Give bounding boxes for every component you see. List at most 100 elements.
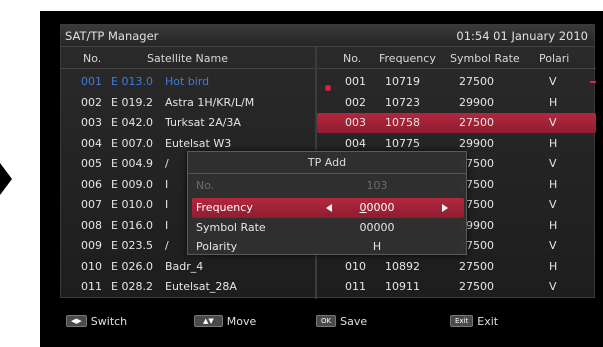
- header-symbol-rate: Symbol Rate: [450, 52, 520, 65]
- transponder-frequency: 10775: [385, 136, 420, 150]
- transponder-symbol-rate: 27500: [459, 280, 494, 293]
- transponder-polarity: V: [549, 239, 557, 252]
- transponder-polarity: H: [549, 177, 558, 191]
- transponder-no: 004: [345, 136, 366, 150]
- satellite-name: I: [165, 218, 169, 232]
- header-satellite-name: Satellite Name: [147, 52, 229, 65]
- satellite-pos: E 010.0: [111, 198, 153, 211]
- satellite-row[interactable]: 003 E 042.0 Turksat 2A/3A: [61, 113, 315, 133]
- symbol-rate-label: Symbol Rate: [196, 221, 266, 234]
- switch-label: Switch: [90, 314, 128, 328]
- satellite-pos: E 016.0: [111, 218, 153, 232]
- satellite-no: 007: [81, 198, 102, 211]
- satellite-pos: E 026.0: [111, 259, 153, 273]
- satellite-no: 011: [81, 280, 102, 293]
- exit-hint[interactable]: Exit Exit: [450, 313, 498, 329]
- frequency-value[interactable]: 00000: [332, 201, 422, 214]
- transponder-row[interactable]: 010 10892 27500 H: [317, 257, 596, 277]
- satellite-row[interactable]: 010 E 026.0 Badr_4: [61, 257, 315, 277]
- frequency-field[interactable]: Frequency 00000: [192, 198, 464, 218]
- satellite-row[interactable]: 011 E 028.2 Eutelsat_28A: [61, 277, 315, 297]
- transponder-row[interactable]: 003 10758 27500 V: [317, 113, 596, 133]
- transponder-symbol-rate: 29900: [459, 95, 494, 109]
- satellite-name: Badr_4: [165, 259, 204, 273]
- transponder-polarity: H: [549, 259, 558, 273]
- transponder-frequency: 10911: [385, 280, 420, 293]
- header-tp-no: No.: [343, 52, 362, 65]
- satellite-pos: E 007.0: [111, 136, 153, 150]
- satellite-name: I: [165, 177, 169, 191]
- header-frequency: Frequency: [379, 52, 436, 65]
- transponder-polarity: V: [549, 75, 557, 88]
- satellite-name: /: [165, 239, 169, 252]
- satellite-name: I: [165, 198, 169, 211]
- transponder-frequency: 10719: [385, 75, 420, 88]
- up-down-key-icon: ▲▼: [194, 315, 223, 327]
- satellite-pos: E 004.9: [111, 157, 153, 170]
- increase-arrow-icon[interactable]: [442, 204, 448, 212]
- header-no: No.: [83, 52, 102, 65]
- satellite-no: 008: [81, 218, 102, 232]
- transponder-polarity: V: [549, 280, 557, 293]
- satellite-pos: E 042.0: [111, 116, 153, 129]
- tv-screen: SAT/TP Manager 01:54 01 January 2010 No.…: [40, 11, 603, 347]
- footer-hints: ◀▶ Switch ▲▼ Move OK Save Exit Exit: [60, 305, 595, 335]
- transponder-list-header: No. Frequency Symbol Rate Polari: [317, 49, 596, 69]
- satellite-name: Turksat 2A/3A: [165, 116, 241, 129]
- satellite-row[interactable]: 002 E 019.2 Astra 1H/KR/L/M: [61, 93, 315, 113]
- tp-no-label: No.: [196, 179, 215, 192]
- transponder-polarity: V: [549, 198, 557, 211]
- transponder-symbol-rate: 27500: [459, 75, 494, 88]
- satellite-row[interactable]: 001 E 013.0 Hot bird: [61, 72, 315, 92]
- transponder-row[interactable]: 002 10723 29900 H: [317, 93, 596, 113]
- satellite-pos: E 028.2: [111, 280, 153, 293]
- frequency-cursor-digit: 0: [359, 201, 367, 214]
- transponder-symbol-rate: 27500: [459, 116, 494, 129]
- satellite-pos: E 013.0: [111, 75, 153, 88]
- left-arrow-icon: [0, 163, 12, 195]
- satellite-name: /: [165, 157, 169, 170]
- tp-no-value: 103: [366, 179, 388, 192]
- transponder-row[interactable]: 011 10911 27500 V: [317, 277, 596, 297]
- satellite-name: Hot bird: [165, 75, 210, 88]
- satellite-no: 002: [81, 95, 102, 109]
- switch-hint[interactable]: ◀▶ Switch: [66, 313, 127, 329]
- frequency-rest: 0000: [366, 201, 395, 214]
- transponder-symbol-rate: 29900: [459, 136, 494, 150]
- transponder-frequency: 10892: [385, 259, 420, 273]
- satellite-name: Eutelsat W3: [165, 136, 232, 150]
- satellite-no: 005: [81, 157, 102, 170]
- left-right-key-icon: ◀▶: [66, 315, 87, 327]
- transponder-no: 010: [345, 259, 366, 273]
- polarity-field[interactable]: Polarity H: [192, 237, 464, 257]
- satellite-no: 001: [81, 75, 102, 88]
- satellite-no: 009: [81, 239, 102, 252]
- exit-label: Exit: [477, 314, 499, 328]
- save-hint[interactable]: OK Save: [316, 313, 367, 329]
- header-polarity: Polari: [539, 52, 570, 65]
- symbol-rate-value[interactable]: 00000: [332, 221, 422, 234]
- page-title: SAT/TP Manager: [65, 29, 159, 43]
- satellite-pos: E 019.2: [111, 95, 153, 109]
- polarity-label: Polarity: [196, 240, 238, 253]
- symbol-rate-field[interactable]: Symbol Rate 00000: [192, 218, 464, 238]
- satellite-pos: E 009.0: [111, 177, 153, 191]
- tp-no-field: No. 103: [192, 176, 464, 196]
- move-label: Move: [226, 314, 257, 328]
- polarity-value[interactable]: H: [332, 240, 422, 253]
- transponder-frequency: 10758: [385, 116, 420, 129]
- transponder-no: 003: [345, 116, 366, 129]
- transponder-polarity: V: [549, 116, 557, 129]
- dialog-title: TP Add: [188, 152, 466, 174]
- transponder-no: 011: [345, 280, 366, 293]
- move-hint[interactable]: ▲▼ Move: [194, 313, 256, 329]
- satellite-name: Astra 1H/KR/L/M: [165, 95, 255, 109]
- exit-key-icon: Exit: [450, 315, 474, 327]
- satellite-name: Eutelsat_28A: [165, 280, 237, 293]
- ok-key-icon: OK: [316, 315, 337, 327]
- transponder-row[interactable]: 001 10719 27500 V: [317, 72, 596, 92]
- transponder-no: 002: [345, 95, 366, 109]
- transponder-frequency: 10723: [385, 95, 420, 109]
- satellite-no: 003: [81, 116, 102, 129]
- tp-add-dialog: TP Add No. 103 Frequency 00000 Symbol Ra…: [187, 151, 467, 255]
